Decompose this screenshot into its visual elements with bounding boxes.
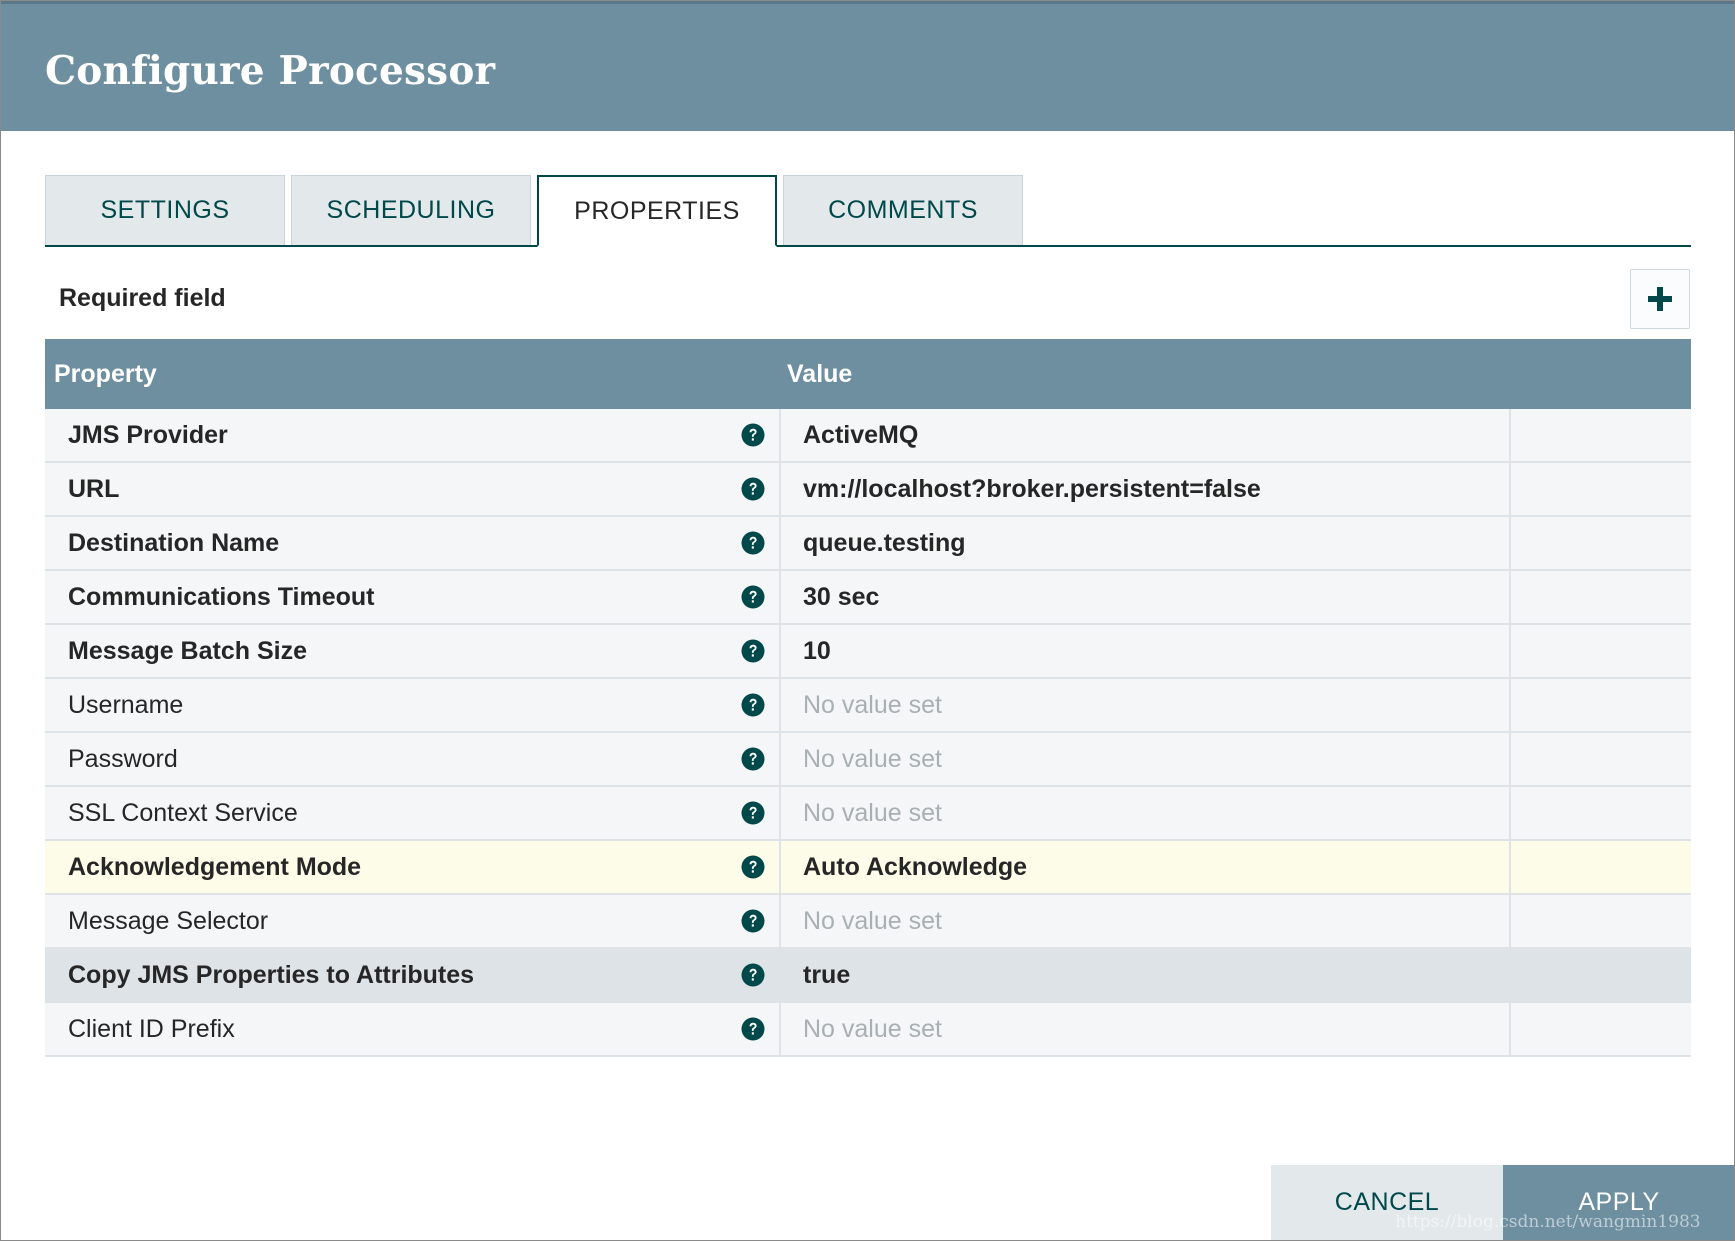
question-circle-icon[interactable] [741,585,765,609]
row-actions-cell [1511,895,1691,947]
row-actions-cell [1511,571,1691,623]
table-row[interactable]: Password No value set [45,733,1691,787]
table-body: JMS Provider ActiveMQ URL vm://localhost?br… [45,409,1691,1057]
property-value[interactable]: No value set [803,733,942,785]
column-divider [779,679,781,731]
row-actions-cell [1511,517,1691,569]
row-actions-cell [1511,841,1691,893]
question-circle-icon[interactable] [741,423,765,447]
row-actions-cell [1511,787,1691,839]
row-actions-cell [1511,409,1691,461]
column-divider [779,733,781,785]
table-row[interactable]: Acknowledgement Mode Auto Acknowledge [45,841,1691,895]
question-circle-icon[interactable] [741,801,765,825]
table-row[interactable]: Message Batch Size 10 [45,625,1691,679]
property-name: Message Selector [68,907,269,935]
column-divider [779,625,781,677]
column-divider [779,949,781,1001]
row-actions-cell [1511,625,1691,677]
column-divider [779,841,781,893]
property-value[interactable]: 10 [803,625,831,677]
column-divider [779,463,781,515]
table-row[interactable]: Client ID Prefix No value set [45,1003,1691,1057]
column-divider [779,895,781,947]
row-actions-cell [1511,1003,1691,1055]
dialog-header: Configure Processor [1,1,1734,131]
question-circle-icon[interactable] [741,693,765,717]
add-property-button[interactable] [1630,269,1690,329]
question-circle-icon[interactable] [741,909,765,933]
property-name: Copy JMS Properties to Attributes [68,961,475,989]
plus-icon [1648,287,1672,311]
column-divider [779,787,781,839]
table-row[interactable]: SSL Context Service No value set [45,787,1691,841]
table-row[interactable]: Message Selector No value set [45,895,1691,949]
question-circle-icon[interactable] [741,963,765,987]
table-row[interactable]: Communications Timeout 30 sec [45,571,1691,625]
property-name: Username [68,691,184,719]
property-name: URL [68,475,120,503]
question-circle-icon[interactable] [741,855,765,879]
property-name: SSL Context Service [68,799,298,827]
question-circle-icon[interactable] [741,639,765,663]
table-row[interactable]: Destination Name queue.testing [45,517,1691,571]
table-row[interactable]: URL vm://localhost?broker.persistent=fals… [45,463,1691,517]
properties-table: Property Value JMS Provider ActiveMQ URL vm… [45,339,1691,1057]
required-field-label: Required field [59,284,226,312]
row-actions-cell [1511,949,1691,1001]
property-value[interactable]: No value set [803,679,942,731]
property-value[interactable]: ActiveMQ [803,409,918,461]
tab-settings[interactable]: SETTINGS [45,175,285,245]
watermark: https://blog.csdn.net/wangmin1983 [1395,1212,1701,1232]
question-circle-icon[interactable] [741,531,765,555]
tab-properties[interactable]: PROPERTIES [537,175,777,247]
property-name: Destination Name [68,529,280,557]
property-name: JMS Provider [68,421,228,449]
tab-scheduling[interactable]: SCHEDULING [291,175,531,245]
row-actions-cell [1511,679,1691,731]
question-circle-icon[interactable] [741,747,765,771]
property-value[interactable]: queue.testing [803,517,966,569]
column-header-property: Property [54,360,157,388]
tab-comments[interactable]: COMMENTS [783,175,1023,245]
column-divider [779,409,781,461]
column-divider [779,1003,781,1055]
table-row[interactable]: Copy JMS Properties to Attributes true [45,949,1691,1003]
table-row[interactable]: Username No value set [45,679,1691,733]
property-name: Communications Timeout [68,583,375,611]
column-divider [779,571,781,623]
column-divider [779,517,781,569]
property-value[interactable]: No value set [803,787,942,839]
property-name: Message Batch Size [68,637,307,665]
row-actions-cell [1511,463,1691,515]
dialog-title: Configure Processor [45,48,496,94]
table-header: Property Value [45,339,1691,409]
table-row[interactable]: JMS Provider ActiveMQ [45,409,1691,463]
tab-bar: SETTINGS SCHEDULING PROPERTIES COMMENTS [45,175,1691,247]
property-value[interactable]: 30 sec [803,571,879,623]
property-value[interactable]: true [803,949,850,1001]
property-value[interactable]: Auto Acknowledge [803,841,1027,893]
row-actions-cell [1511,733,1691,785]
configure-processor-dialog: Configure Processor SETTINGS SCHEDULING … [0,0,1735,1241]
property-name: Acknowledgement Mode [68,853,362,881]
property-value[interactable]: No value set [803,1003,942,1055]
question-circle-icon[interactable] [741,1017,765,1041]
property-name: Password [68,745,178,773]
property-name: Client ID Prefix [68,1015,235,1043]
column-header-value: Value [787,360,853,388]
property-value[interactable]: vm://localhost?broker.persistent=false [803,463,1261,515]
property-value[interactable]: No value set [803,895,942,947]
question-circle-icon[interactable] [741,477,765,501]
